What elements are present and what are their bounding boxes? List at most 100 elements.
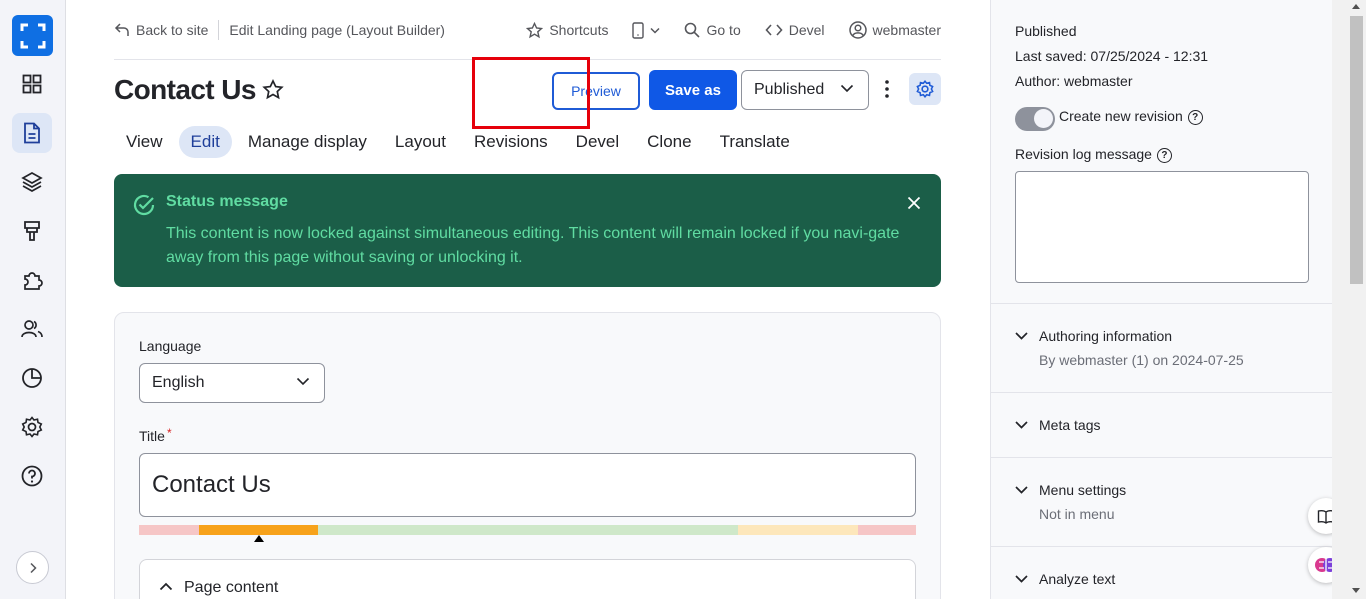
structure-icon[interactable] [12, 162, 52, 202]
code-icon [765, 24, 783, 36]
create-revision-label: Create new revision? [1059, 108, 1203, 125]
mobile-device-icon [632, 21, 645, 39]
chevron-down-icon [840, 84, 854, 93]
content-icon[interactable] [12, 113, 52, 153]
required-marker: * [166, 426, 172, 440]
configuration-icon[interactable] [12, 407, 52, 447]
drupal-logo-icon[interactable] [12, 15, 53, 56]
create-revision-text: Create new revision [1059, 108, 1183, 124]
edit-form-card: Language English Title * Contact Us Page … [114, 312, 941, 599]
save-as-button[interactable]: Save as [649, 70, 737, 110]
scroll-down-icon[interactable] [1352, 588, 1360, 593]
shortcuts-link[interactable]: Shortcuts [526, 21, 608, 39]
language-value: English [152, 374, 205, 391]
back-to-site-link[interactable]: Back to site [114, 22, 208, 38]
language-label: Language [139, 338, 202, 354]
settings-sidebar-toggle[interactable] [909, 73, 941, 105]
preview-button[interactable]: Preview [552, 72, 640, 110]
title-row: Contact Us Preview Save as Published [114, 68, 941, 114]
search-icon [685, 22, 701, 38]
readability-score-bar [139, 525, 916, 535]
tab-translate[interactable]: Translate [708, 126, 802, 158]
user-name: webmaster [872, 22, 941, 38]
revision-log-text: Revision log message [1015, 146, 1152, 162]
author: Author: webmaster [1015, 73, 1133, 89]
reports-icon[interactable] [12, 358, 52, 398]
tab-devel[interactable]: Devel [564, 126, 631, 158]
last-saved-value: 07/25/2024 - 12:31 [1090, 48, 1209, 64]
meta-tags-section[interactable]: Meta tags [991, 392, 1333, 457]
score-segment [318, 525, 739, 535]
menu-settings-title: Menu settings [1039, 482, 1127, 498]
tab-manage-display[interactable]: Manage display [236, 126, 379, 158]
chevron-down-icon [1015, 486, 1028, 494]
back-to-site-label: Back to site [136, 21, 209, 38]
score-segment [857, 525, 916, 535]
tab-clone[interactable]: Clone [635, 126, 703, 158]
title-label-text: Title [139, 428, 165, 444]
page-content-label: Page content [184, 579, 279, 596]
scroll-up-icon[interactable] [1352, 4, 1360, 9]
score-pointer-icon [254, 535, 264, 542]
title-label: Title * [139, 426, 172, 444]
moderation-state-value: Published [754, 81, 825, 98]
chevron-down-icon [296, 377, 310, 386]
go-to-link[interactable]: Go to [684, 22, 741, 38]
tab-edit[interactable]: Edit [178, 126, 232, 158]
score-segment [198, 525, 319, 535]
page-scrollbar[interactable] [1332, 0, 1366, 599]
chevron-right-icon [29, 562, 37, 573]
analyze-text-section[interactable]: Analyze text [991, 546, 1333, 599]
admin-toolbar [0, 0, 66, 599]
analyze-text-title: Analyze text [1039, 571, 1116, 587]
author-label: Author: [1015, 73, 1061, 89]
breadcrumb: Edit Landing page (Layout Builder) [229, 21, 445, 38]
status-message: Status message This content is now locke… [114, 174, 941, 287]
moderation-state-select[interactable]: Published [741, 70, 869, 110]
favorite-star-icon[interactable] [262, 79, 284, 101]
status-message-text: This content is now locked against simul… [166, 225, 900, 266]
back-arrow-icon [114, 22, 129, 36]
devel-label: Devel [788, 22, 825, 38]
language-select[interactable]: English [139, 363, 325, 403]
more-actions-icon[interactable] [884, 79, 890, 99]
chevron-down-icon [1015, 575, 1028, 583]
extend-icon[interactable] [12, 260, 52, 300]
people-icon[interactable] [12, 309, 52, 349]
menu-settings-section[interactable]: Menu settings Not in menu [991, 457, 1333, 546]
title-input[interactable]: Contact Us [139, 453, 916, 517]
authoring-information-section[interactable]: Authoring information By webmaster (1) o… [991, 303, 1333, 392]
dashboard-icon[interactable] [12, 64, 52, 104]
tab-layout[interactable]: Layout [383, 126, 458, 158]
help-icon[interactable]: ? [1156, 147, 1172, 163]
check-circle-icon [133, 194, 155, 216]
user-menu[interactable]: webmaster [848, 21, 941, 39]
status-text: Published [1015, 23, 1077, 39]
devel-link[interactable]: Devel [765, 22, 825, 38]
appearance-icon[interactable] [12, 211, 52, 251]
expand-sidebar-button[interactable] [16, 551, 49, 584]
meta-sidebar: Published Last saved: 07/25/2024 - 12:31… [990, 0, 1333, 599]
score-segment [139, 525, 199, 535]
revision-log-textarea[interactable] [1015, 171, 1309, 283]
authoring-information-summary: By webmaster (1) on 2024-07-25 [1039, 352, 1244, 368]
tab-view[interactable]: View [114, 126, 175, 158]
go-to-label: Go to [706, 22, 741, 38]
create-revision-toggle[interactable] [1015, 107, 1055, 131]
help-icon[interactable]: ? [1187, 109, 1203, 125]
top-bar: Back to site Edit Landing page (Layout B… [114, 0, 941, 60]
revision-log-label: Revision log message? [1015, 146, 1172, 163]
author-value: webmaster [1064, 73, 1133, 89]
tab-revisions[interactable]: Revisions [462, 126, 560, 158]
chevron-up-icon [159, 582, 173, 591]
toggle-knob [1034, 109, 1053, 128]
close-icon[interactable] [907, 196, 921, 210]
gear-icon [916, 80, 934, 98]
page-content-section[interactable]: Page content [139, 559, 916, 599]
last-saved: Last saved: 07/25/2024 - 12:31 [1015, 48, 1208, 64]
scrollbar-thumb[interactable] [1350, 16, 1363, 284]
help-icon[interactable] [12, 456, 52, 496]
main-content: Back to site Edit Landing page (Layout B… [66, 0, 990, 599]
device-preview-dropdown[interactable] [632, 21, 661, 39]
chevron-down-icon [650, 27, 661, 34]
